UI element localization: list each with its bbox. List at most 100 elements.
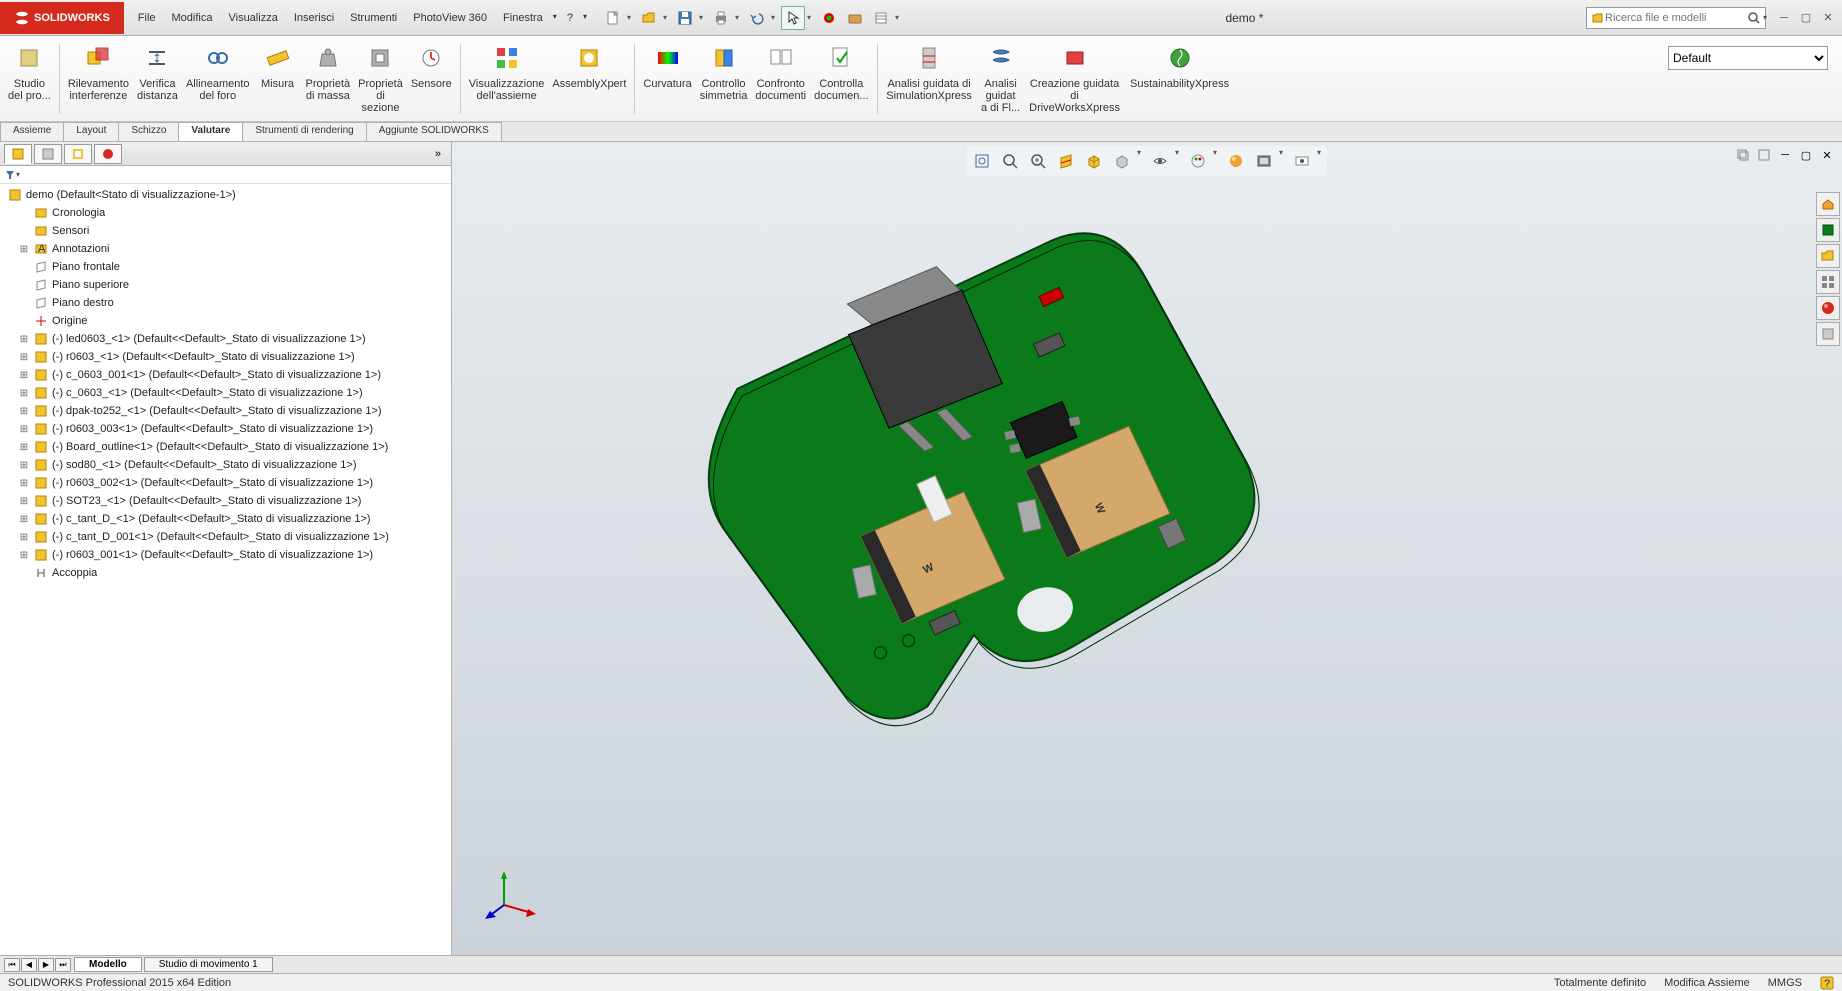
ribbon-sensore[interactable]: Sensore <box>407 38 456 120</box>
search-dd[interactable]: ▾ <box>1763 13 1767 22</box>
task-library-button[interactable] <box>1816 218 1840 242</box>
new-doc-button[interactable] <box>601 6 625 30</box>
restore-button[interactable]: ▢ <box>1796 9 1816 27</box>
tree-part-item[interactable]: ⊞(-) c_0603_001<1> (Default<<Default>_St… <box>0 366 451 384</box>
options-button[interactable] <box>843 6 867 30</box>
expander-icon[interactable]: ⊞ <box>18 334 30 345</box>
expander-icon[interactable]: ⊞ <box>18 370 30 381</box>
tab-valutare[interactable]: Valutare <box>178 122 243 141</box>
expander-icon[interactable]: ⊞ <box>18 496 30 507</box>
tree-part-item[interactable]: ⊞(-) SOT23_<1> (Default<<Default>_Stato … <box>0 492 451 510</box>
config-select[interactable]: Default <box>1668 46 1828 70</box>
tree-part-item[interactable]: ⊞(-) c_tant_D_001<1> (Default<<Default>_… <box>0 528 451 546</box>
save-dd[interactable]: ▾ <box>699 13 707 22</box>
tree-piano-destro[interactable]: Piano destro <box>0 294 451 312</box>
tab-layout[interactable]: Layout <box>63 122 119 141</box>
print-dd[interactable]: ▾ <box>735 13 743 22</box>
menu-strumenti[interactable]: Strumenti <box>342 8 405 28</box>
filter-dd[interactable]: ▾ <box>16 170 20 179</box>
task-explorer-button[interactable] <box>1816 244 1840 268</box>
undo-button[interactable] <box>745 6 769 30</box>
tree-sensori[interactable]: Sensori <box>0 222 451 240</box>
viewset-dd[interactable]: ▾ <box>1279 148 1287 174</box>
menu-inserisci[interactable]: Inserisci <box>286 8 342 28</box>
task-view-palette-button[interactable] <box>1816 270 1840 294</box>
section-view-button[interactable] <box>1053 148 1079 174</box>
minimize-button[interactable]: ─ <box>1774 9 1794 27</box>
panel-tab-display[interactable] <box>94 144 122 164</box>
ribbon-studio[interactable]: Studio del pro... <box>4 38 55 120</box>
view-settings-button[interactable] <box>1251 148 1277 174</box>
panel-tab-config[interactable] <box>64 144 92 164</box>
status-help-icon[interactable]: ? <box>1820 976 1834 990</box>
ribbon-vis-assieme[interactable]: Visualizzazione dell'assieme <box>465 38 549 120</box>
panel-collapse-button[interactable]: » <box>429 148 447 160</box>
ribbon-driveworks[interactable]: Creazione guidata di DriveWorksXpress <box>1025 38 1125 120</box>
menu-visualizza[interactable]: Visualizza <box>220 8 285 28</box>
tab-nav-prev[interactable]: ◀ <box>21 958 37 972</box>
vp-max-button[interactable]: ▢ <box>1797 146 1815 164</box>
tree-accoppia[interactable]: Accoppia <box>0 564 451 582</box>
tab-nav-last[interactable]: ⏭ <box>55 958 71 972</box>
view-orientation-button[interactable] <box>1081 148 1107 174</box>
tree-part-item[interactable]: ⊞(-) r0603_<1> (Default<<Default>_Stato … <box>0 348 451 366</box>
expander-icon[interactable]: ⊞ <box>18 550 30 561</box>
menu-help-dd[interactable]: ▾ <box>581 8 589 28</box>
menu-file[interactable]: File <box>130 8 164 28</box>
tree-part-item[interactable]: ⊞(-) sod80_<1> (Default<<Default>_Stato … <box>0 456 451 474</box>
render-tools-button[interactable] <box>1289 148 1315 174</box>
undo-dd[interactable]: ▾ <box>771 13 779 22</box>
expander-icon[interactable]: ⊞ <box>18 442 30 453</box>
tree-part-item[interactable]: ⊞(-) r0603_002<1> (Default<<Default>_Sta… <box>0 474 451 492</box>
ribbon-controlla-doc[interactable]: Controlla documen... <box>810 38 872 120</box>
tree-part-item[interactable]: ⊞(-) Board_outline<1> (Default<<Default>… <box>0 438 451 456</box>
apply-scene-button[interactable] <box>1223 148 1249 174</box>
tree-part-item[interactable]: ⊞(-) c_tant_D_<1> (Default<<Default>_Sta… <box>0 510 451 528</box>
previous-view-button[interactable] <box>1025 148 1051 174</box>
ribbon-prop-massa[interactable]: Proprietà di massa <box>302 38 355 120</box>
expander-icon[interactable]: ⊞ <box>18 424 30 435</box>
ribbon-simxpress[interactable]: Analisi guidata di SimulationXpress <box>882 38 977 120</box>
hide-show-button[interactable] <box>1147 148 1173 174</box>
vp-tile-button[interactable] <box>1755 146 1773 164</box>
ribbon-rilevamento[interactable]: Rilevamento interferenze <box>64 38 133 120</box>
tree-part-item[interactable]: ⊞(-) c_0603_<1> (Default<<Default>_Stato… <box>0 384 451 402</box>
menu-modifica[interactable]: Modifica <box>164 8 221 28</box>
hide-dd[interactable]: ▾ <box>1175 148 1183 174</box>
tab-nav-next[interactable]: ▶ <box>38 958 54 972</box>
print-button[interactable] <box>709 6 733 30</box>
tab-aggiunte[interactable]: Aggiunte SOLIDWORKS <box>366 122 502 141</box>
tab-assieme[interactable]: Assieme <box>0 122 64 141</box>
select-dd[interactable]: ▾ <box>807 13 815 22</box>
expander-icon[interactable]: ⊞ <box>18 460 30 471</box>
status-modifica[interactable]: Modifica Assieme <box>1664 977 1750 989</box>
task-resources-button[interactable] <box>1816 192 1840 216</box>
tree-part-item[interactable]: ⊞(-) r0603_001<1> (Default<<Default>_Sta… <box>0 546 451 564</box>
tab-nav-first[interactable]: ⏮ <box>4 958 20 972</box>
tab-schizzo[interactable]: Schizzo <box>118 122 179 141</box>
panel-tab-feature[interactable] <box>4 144 32 164</box>
expander-icon[interactable]: ⊞ <box>18 532 30 543</box>
tree-part-item[interactable]: ⊞(-) led0603_<1> (Default<<Default>_Stat… <box>0 330 451 348</box>
expander-icon[interactable]: ⊞ <box>18 244 30 255</box>
zoom-area-button[interactable] <box>997 148 1023 174</box>
orientation-triad[interactable] <box>482 865 542 925</box>
settings-dd[interactable]: ▾ <box>895 13 903 22</box>
tree-part-item[interactable]: ⊞(-) dpak-to252_<1> (Default<<Default>_S… <box>0 402 451 420</box>
search-input[interactable] <box>1605 12 1747 24</box>
appearance-dd[interactable]: ▾ <box>1213 148 1221 174</box>
tree-piano-superiore[interactable]: Piano superiore <box>0 276 451 294</box>
expander-icon[interactable]: ⊞ <box>18 478 30 489</box>
open-button[interactable] <box>637 6 661 30</box>
ribbon-curvatura[interactable]: Curvatura <box>639 38 695 120</box>
tab-movimento[interactable]: Studio di movimento 1 <box>144 957 273 972</box>
ribbon-verifica[interactable]: Verifica distanza <box>133 38 182 120</box>
zoom-fit-button[interactable] <box>969 148 995 174</box>
expander-icon[interactable]: ⊞ <box>18 514 30 525</box>
tree-root[interactable]: demo (Default<Stato di visualizzazione-1… <box>0 186 451 204</box>
ribbon-floxpress[interactable]: Analisi guidat a di Fl... <box>977 38 1025 120</box>
expander-icon[interactable]: ⊞ <box>18 406 30 417</box>
ribbon-assemblyxpert[interactable]: AssemblyXpert <box>548 38 630 120</box>
tree-cronologia[interactable]: Cronologia <box>0 204 451 222</box>
expander-icon[interactable]: ⊞ <box>18 352 30 363</box>
